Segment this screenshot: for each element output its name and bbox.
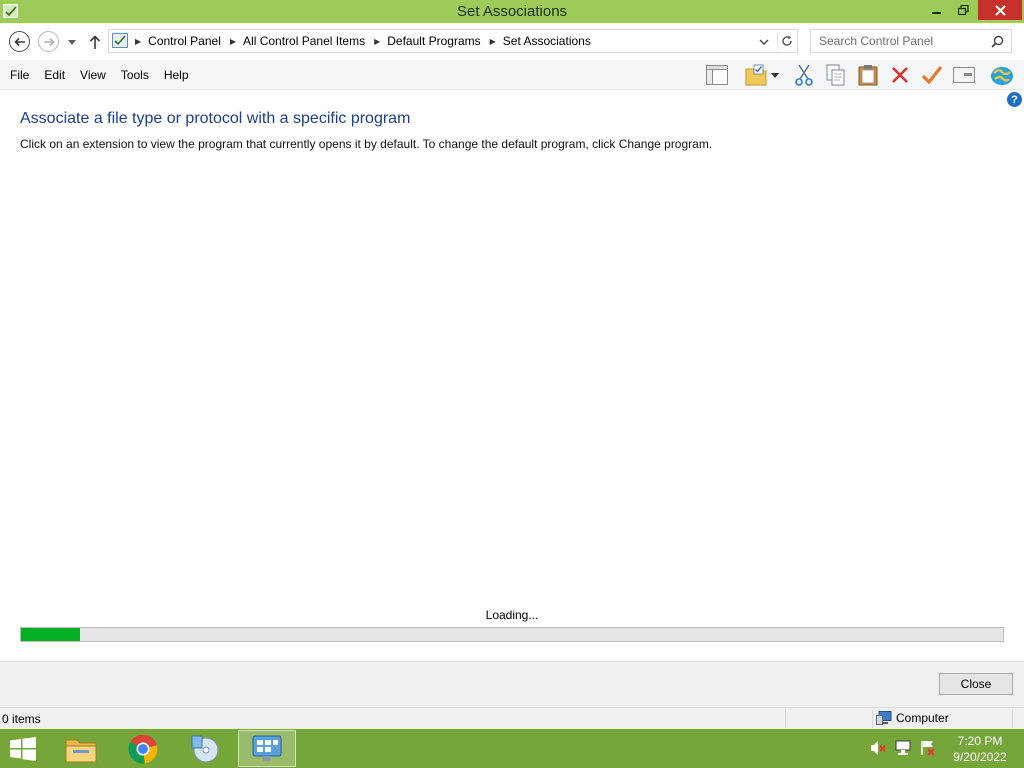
menu-view[interactable]: View	[80, 68, 106, 82]
chevron-right-icon[interactable]: ▶	[230, 37, 236, 46]
taskbar-file-explorer[interactable]	[52, 730, 110, 767]
globe-icon	[991, 67, 1013, 85]
delete-button[interactable]	[887, 62, 913, 88]
page-title: Associate a file type or protocol with a…	[20, 110, 411, 127]
up-button[interactable]	[86, 32, 104, 52]
windows-logo-icon	[10, 737, 36, 761]
status-zone-label: Computer	[896, 711, 949, 725]
copy-icon	[826, 64, 845, 86]
chevron-right-icon: ▶	[135, 36, 142, 46]
dropdown-icon	[771, 72, 779, 78]
views-dropdown-button[interactable]	[768, 62, 782, 88]
search-input[interactable]	[811, 30, 987, 52]
media-center-icon	[191, 735, 219, 762]
folder-options-icon	[745, 64, 767, 86]
chevron-right-icon[interactable]: ▶	[490, 37, 496, 46]
window-title: Set Associations	[456, 3, 568, 20]
forward-button[interactable]	[38, 31, 59, 52]
navigation-bar: ▶ Control Panel ▶ All Control Panel Item…	[0, 23, 1024, 60]
status-divider	[785, 710, 786, 728]
taskbar-control-panel[interactable]	[238, 730, 296, 767]
close-icon	[994, 4, 1006, 16]
network-icon[interactable]	[895, 740, 911, 756]
minimize-button[interactable]	[922, 0, 952, 20]
close-window-button[interactable]	[978, 0, 1022, 20]
title-bar: Set Associations	[0, 0, 1024, 23]
page-description: Click on an extension to view the progra…	[20, 137, 713, 151]
menu-help[interactable]: Help	[164, 68, 189, 82]
back-arrow-icon	[13, 37, 25, 46]
taskbar-chrome[interactable]	[114, 730, 172, 767]
up-arrow-icon	[89, 35, 101, 49]
properties-button[interactable]	[951, 62, 977, 88]
taskbar-media-center[interactable]	[176, 730, 234, 767]
paste-button[interactable]	[855, 62, 881, 88]
delete-icon	[892, 67, 908, 83]
system-tray	[870, 740, 936, 756]
computer-icon	[876, 711, 892, 725]
breadcrumb-set-associations[interactable]: Set Associations	[503, 34, 591, 48]
refresh-icon	[781, 35, 792, 46]
globe-button[interactable]	[989, 62, 1015, 88]
control-panel-icon	[112, 33, 128, 48]
clock-date: 9/20/2022	[953, 750, 1007, 764]
address-dropdown-button[interactable]	[757, 35, 771, 49]
cut-button[interactable]	[791, 62, 817, 88]
chevron-down-icon	[68, 39, 76, 45]
refresh-button[interactable]	[777, 32, 795, 50]
file-explorer-icon	[65, 739, 97, 762]
copy-button[interactable]	[823, 62, 849, 88]
status-divider	[872, 710, 873, 728]
start-button[interactable]	[9, 737, 39, 761]
help-button[interactable]: ?	[1007, 92, 1022, 107]
item-count: 0 items	[2, 712, 41, 726]
volume-muted-icon[interactable]	[870, 740, 886, 756]
clock[interactable]: 7:20 PM 9/20/2022	[946, 733, 1014, 765]
chevron-right-icon[interactable]: ▶	[374, 37, 380, 46]
search-icon[interactable]	[991, 35, 1004, 48]
breadcrumb: ▶ Control Panel ▶ All Control Panel Item…	[135, 34, 600, 48]
back-button[interactable]	[9, 31, 30, 52]
status-divider	[1012, 710, 1013, 728]
help-icon: ?	[1011, 93, 1018, 106]
action-center-icon[interactable]	[920, 740, 936, 756]
status-zone: Computer	[876, 711, 949, 725]
close-button[interactable]: Close	[939, 673, 1013, 695]
layout-icon	[706, 65, 728, 85]
forward-arrow-icon	[43, 37, 55, 46]
menu-tools[interactable]: Tools	[121, 68, 149, 82]
dialog-footer: Close	[0, 661, 1024, 707]
paste-icon	[858, 65, 878, 86]
breadcrumb-all-items[interactable]: All Control Panel Items	[243, 34, 365, 48]
recent-locations-button[interactable]	[64, 35, 80, 49]
breadcrumb-control-panel[interactable]: Control Panel	[148, 34, 221, 48]
progress-bar	[20, 627, 1004, 642]
chrome-icon	[128, 734, 158, 764]
menu-bar: File Edit View Tools Help	[0, 60, 1024, 90]
breadcrumb-default-programs[interactable]: Default Programs	[387, 34, 480, 48]
taskbar: 7:20 PM 9/20/2022	[0, 729, 1024, 768]
folder-options-button[interactable]	[743, 62, 769, 88]
layout-button[interactable]	[704, 62, 730, 88]
chevron-down-icon	[759, 39, 769, 45]
control-panel-icon	[252, 735, 282, 761]
restore-button[interactable]	[952, 0, 974, 20]
apply-button[interactable]	[919, 62, 945, 88]
status-bar: 0 items Computer	[0, 707, 1024, 729]
loading-text: Loading...	[485, 608, 539, 622]
restore-icon	[957, 4, 969, 15]
address-bar[interactable]: ▶ Control Panel ▶ All Control Panel Item…	[108, 29, 798, 53]
properties-icon	[953, 67, 975, 83]
minimize-icon	[932, 12, 941, 14]
cut-icon	[795, 64, 813, 86]
menu-file[interactable]: File	[10, 68, 29, 82]
progress-bar-fill	[21, 628, 80, 641]
check-icon	[921, 66, 943, 85]
clock-time: 7:20 PM	[957, 734, 1003, 748]
menu-edit[interactable]: Edit	[44, 68, 65, 82]
search-box	[810, 29, 1012, 53]
